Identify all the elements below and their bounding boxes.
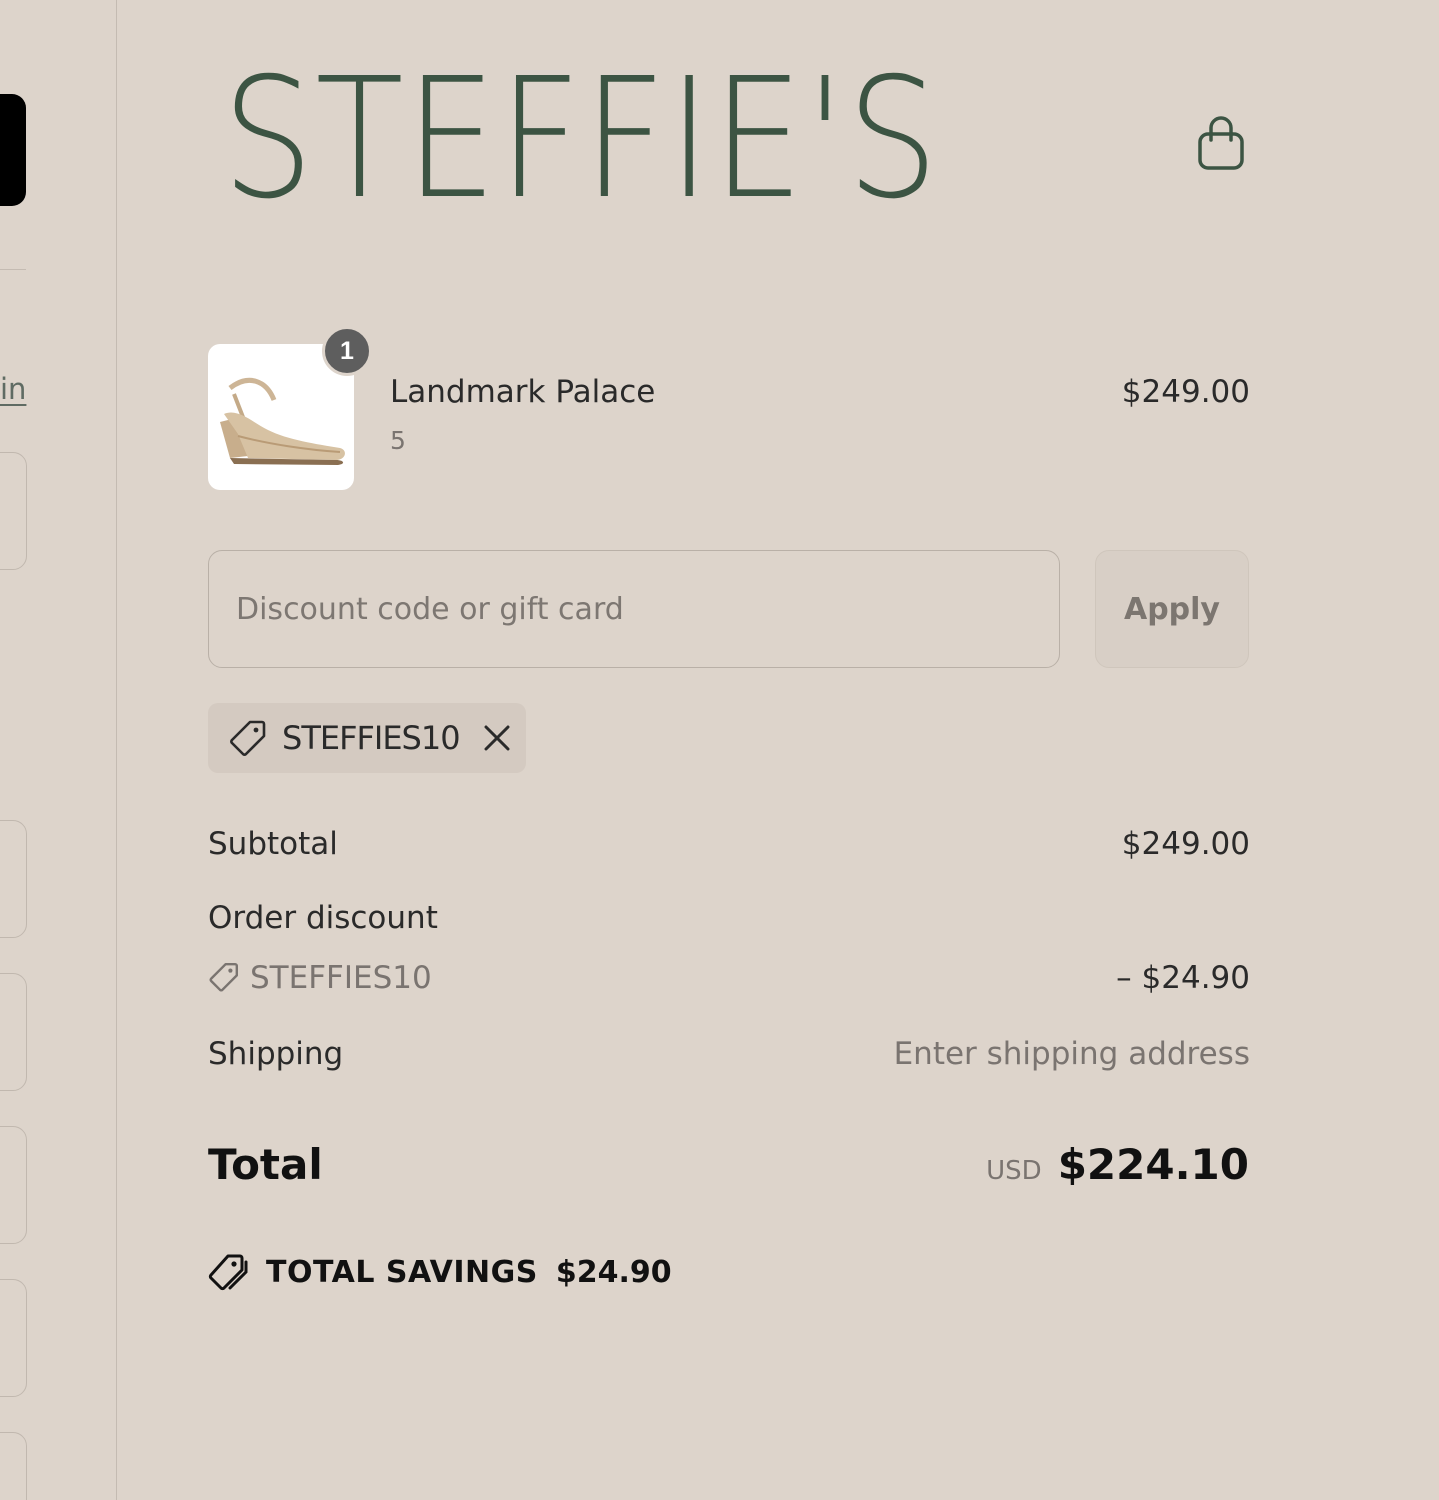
discount-code-row: STEFFIES10 – $24.90 (208, 960, 1250, 996)
shipping-row: Shipping Enter shipping address (208, 1036, 1250, 1072)
city-field[interactable] (0, 1432, 27, 1500)
total-savings-amount: $24.90 (555, 1254, 672, 1290)
total-amount-group: USD $224.10 (986, 1140, 1249, 1189)
total-savings-label: TOTAL SAVINGS (266, 1254, 538, 1290)
shopping-bag-icon[interactable] (1196, 116, 1246, 172)
order-discount-label: Order discount (208, 900, 438, 936)
express-checkout-button[interactable] (0, 94, 26, 206)
order-discount-row: Order discount (208, 900, 1250, 936)
applied-discount-code: STEFFIES10 (282, 719, 461, 757)
total-label: Total (208, 1140, 323, 1189)
total-savings: TOTAL SAVINGS $24.90 (208, 1252, 672, 1292)
discount-value: – $24.90 (1116, 960, 1250, 996)
shipping-value: Enter shipping address (893, 1036, 1250, 1072)
login-link[interactable]: in (0, 372, 26, 406)
store-logo[interactable]: STEFFIE'S (222, 40, 941, 240)
product-variant: 5 (390, 426, 406, 455)
first-name-field[interactable] (0, 973, 27, 1091)
checkout-form-column: in (0, 0, 117, 1500)
close-icon[interactable] (482, 723, 512, 753)
checkout-page: in STEFFIE'S 1 Landmark Palace 5 $249.00… (0, 0, 1439, 1500)
country-field[interactable] (0, 820, 27, 938)
divider (0, 269, 26, 270)
product-price: $249.00 (1121, 374, 1250, 410)
discount-code-input[interactable] (208, 550, 1060, 668)
subtotal-row: Subtotal $249.00 (208, 826, 1250, 862)
email-field[interactable] (0, 452, 27, 570)
applied-discount-chip: STEFFIES10 (208, 703, 526, 773)
total-amount: $224.10 (1057, 1140, 1249, 1189)
currency-code: USD (986, 1156, 1042, 1186)
product-name: Landmark Palace (390, 374, 656, 410)
discount-code-label: STEFFIES10 (250, 960, 432, 996)
logo-text: STEFFIE'S (222, 43, 941, 236)
subtotal-value: $249.00 (1121, 826, 1250, 862)
quantity-badge: 1 (322, 326, 372, 376)
shipping-label: Shipping (208, 1036, 344, 1072)
apply-discount-button[interactable]: Apply (1095, 550, 1249, 668)
savings-tag-icon (208, 1254, 248, 1291)
apartment-field[interactable] (0, 1279, 27, 1397)
subtotal-label: Subtotal (208, 826, 338, 862)
tag-icon (230, 720, 266, 756)
tag-icon (209, 963, 238, 992)
address-field[interactable] (0, 1126, 27, 1244)
line-item: 1 Landmark Palace 5 $249.00 (208, 324, 1250, 494)
